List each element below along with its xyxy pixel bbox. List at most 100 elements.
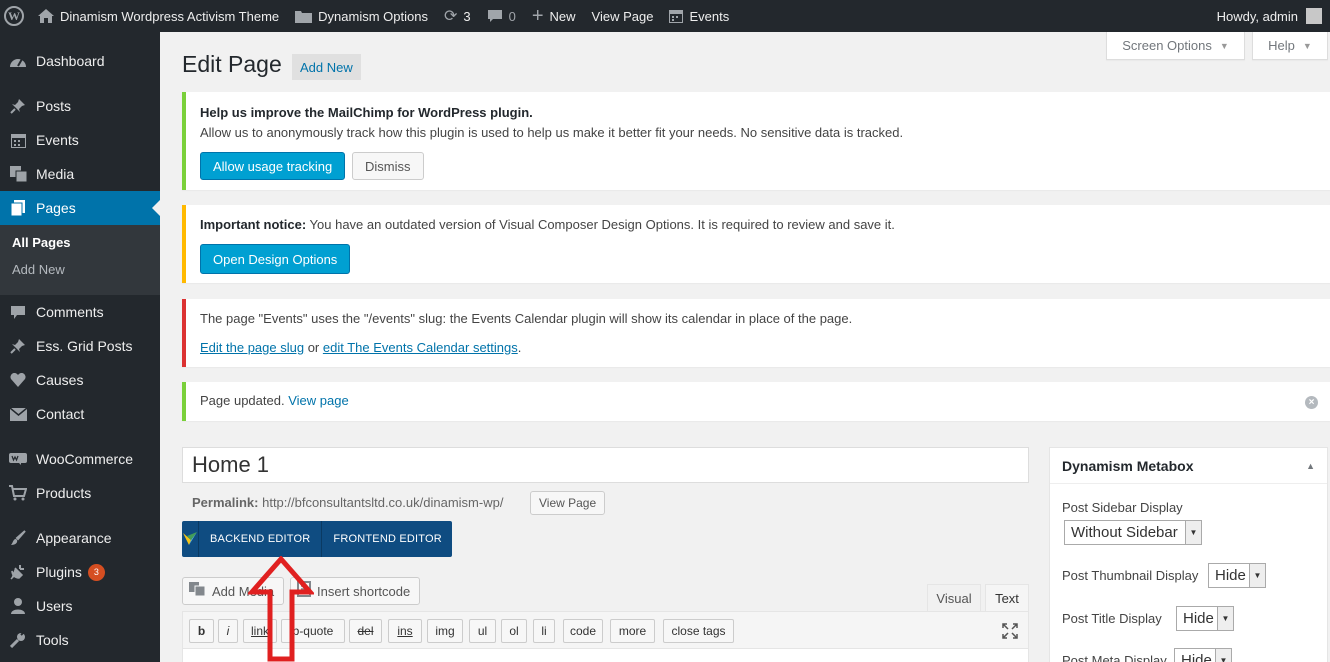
quicktag-ins-button[interactable]: ins (388, 619, 422, 643)
sidebar-item-label: Events (36, 132, 79, 148)
fullscreen-icon[interactable] (1002, 623, 1018, 642)
help-button[interactable]: Help ▼ (1252, 32, 1328, 60)
sidebar-item-pages[interactable]: Pages (0, 191, 160, 225)
page-updated-body: Page updated. (200, 393, 289, 408)
edit-page-slug-link[interactable]: Edit the page slug (200, 340, 304, 355)
collapse-arrow-icon[interactable]: ▲ (1306, 461, 1315, 471)
dismiss-button[interactable]: Dismiss (352, 152, 424, 180)
sidebar-item-ess-grid-posts[interactable]: Ess. Grid Posts (0, 329, 160, 363)
site-name-link[interactable]: Dinamism Wordpress Activism Theme (30, 0, 287, 32)
open-design-options-button[interactable]: Open Design Options (200, 244, 351, 274)
sidebar-item-label: Products (36, 485, 92, 501)
sidebar-item-products[interactable]: Products (0, 476, 160, 510)
dynamism-metabox: Dynamism Metabox ▲ Post Sidebar Display … (1049, 447, 1328, 662)
quicktag-li-button[interactable]: li (533, 619, 555, 643)
user-icon (0, 598, 36, 614)
visual-composer-switch-bar: BACKEND EDITOR FRONTEND EDITOR (182, 521, 452, 557)
sidebar-item-appearance[interactable]: Appearance (0, 521, 160, 555)
post-meta-display-label: Post Meta Display (1062, 653, 1167, 662)
media-icon (0, 166, 36, 182)
quicktag-close-tags-button[interactable]: close tags (663, 619, 734, 643)
quicktag-bold-button[interactable]: b (189, 619, 214, 643)
post-thumbnail-display-select[interactable]: Hide ▼ (1208, 563, 1266, 588)
calendar-icon (0, 133, 36, 148)
sidebar-item-label: Pages (36, 200, 76, 216)
sidebar-item-users[interactable]: Users (0, 589, 160, 623)
events-calendar-notice: The page "Events" uses the "/events" slu… (182, 299, 1330, 367)
annotation-arrow-icon (248, 556, 314, 662)
sidebar-item-label: Comments (36, 304, 104, 320)
pin-icon (0, 338, 36, 354)
edit-events-calendar-settings-link[interactable]: edit The Events Calendar settings (323, 340, 518, 355)
sidebar-item-comments[interactable]: Comments (0, 295, 160, 329)
quicktag-more-button[interactable]: more (610, 619, 655, 643)
comments-icon (0, 305, 36, 320)
sidebar-item-causes[interactable]: Causes (0, 363, 160, 397)
brush-icon (0, 530, 36, 546)
sidebar-item-events[interactable]: Events (0, 123, 160, 157)
dashboard-icon (0, 54, 36, 68)
admin-sidebar: Dashboard Posts Events Media Pages All P… (0, 32, 160, 662)
avatar (1306, 8, 1322, 24)
quicktag-ul-button[interactable]: ul (469, 619, 496, 643)
dynamism-options-link[interactable]: Dynamism Options (287, 0, 436, 32)
comments-link[interactable]: 0 (479, 0, 524, 32)
my-account-link[interactable]: Howdy, admin (1217, 8, 1330, 24)
submenu-add-new[interactable]: Add New (0, 256, 160, 283)
tab-visual[interactable]: Visual (927, 584, 981, 612)
quicktag-img-button[interactable]: img (427, 619, 463, 643)
dismiss-notice-icon[interactable]: × (1305, 396, 1318, 409)
sidebar-item-label: Tools (36, 632, 69, 648)
home-icon (38, 9, 54, 23)
comment-bubble-icon (487, 9, 503, 23)
view-page-button[interactable]: View Page (530, 491, 606, 515)
updates-icon: ⟳ (443, 8, 458, 25)
sidebar-item-label: WooCommerce (36, 451, 133, 467)
add-new-button[interactable]: Add New (292, 54, 361, 80)
post-title-display-select[interactable]: Hide ▼ (1176, 606, 1234, 631)
post-title-input[interactable]: Home 1 (182, 447, 1029, 483)
view-page-link[interactable]: View Page (584, 0, 662, 32)
events-link[interactable]: Events (661, 0, 737, 32)
updates-count: 3 (463, 8, 471, 24)
screen-options-button[interactable]: Screen Options ▼ (1106, 32, 1245, 60)
frontend-editor-button[interactable]: FRONTEND EDITOR (321, 521, 453, 557)
sidebar-item-dashboard[interactable]: Dashboard (0, 44, 160, 78)
events-notice-links: Edit the page slug or edit The Events Ca… (200, 340, 521, 355)
sidebar-item-woocommerce[interactable]: WooCommerce (0, 442, 160, 476)
metabox-title: Dynamism Metabox (1062, 457, 1194, 474)
media-icon (189, 581, 206, 601)
tab-text[interactable]: Text (985, 584, 1029, 612)
sidebar-item-contact[interactable]: Contact (0, 397, 160, 431)
help-label: Help (1268, 38, 1295, 53)
post-title-display-value: Hide (1183, 610, 1214, 627)
backend-editor-button[interactable]: BACKEND EDITOR (198, 521, 321, 557)
wordpress-logo-icon[interactable]: W (4, 6, 24, 26)
sidebar-item-media[interactable]: Media (0, 157, 160, 191)
quicktag-del-button[interactable]: del (349, 619, 382, 643)
page-updated-notice: Page updated. View page × (182, 382, 1330, 421)
updates-link[interactable]: ⟳ 3 (436, 0, 479, 32)
sidebar-item-tools[interactable]: Tools (0, 623, 160, 657)
submenu-all-pages[interactable]: All Pages (0, 229, 160, 256)
vc-notice-strong: Important notice: (200, 217, 307, 232)
folder-icon (295, 10, 313, 23)
metabox-header[interactable]: Dynamism Metabox (1050, 448, 1327, 484)
post-sidebar-display-select[interactable]: Without Sidebar ▼ (1064, 520, 1202, 545)
vc-notice-body: You have an outdated version of Visual C… (306, 217, 895, 232)
permalink-url[interactable]: http://bfconsultantsltd.co.uk/dinamism-w… (258, 495, 503, 510)
plug-icon (0, 564, 36, 580)
quicktag-code-button[interactable]: code (563, 619, 603, 643)
new-content-link[interactable]: + New (524, 0, 584, 32)
post-meta-display-select[interactable]: Hide ▼ (1174, 648, 1232, 662)
plus-icon: + (531, 4, 544, 27)
view-page-link[interactable]: View page (288, 393, 348, 408)
permalink-label: Permalink: (192, 495, 259, 510)
quicktag-italic-button[interactable]: i (218, 619, 238, 643)
sidebar-item-plugins[interactable]: Plugins 3 (0, 555, 160, 589)
post-thumbnail-display-label: Post Thumbnail Display (1062, 568, 1199, 583)
allow-usage-tracking-button[interactable]: Allow usage tracking (200, 152, 346, 180)
sidebar-item-posts[interactable]: Posts (0, 89, 160, 123)
quicktag-ol-button[interactable]: ol (501, 619, 527, 643)
sidebar-item-label: Plugins (36, 564, 82, 580)
